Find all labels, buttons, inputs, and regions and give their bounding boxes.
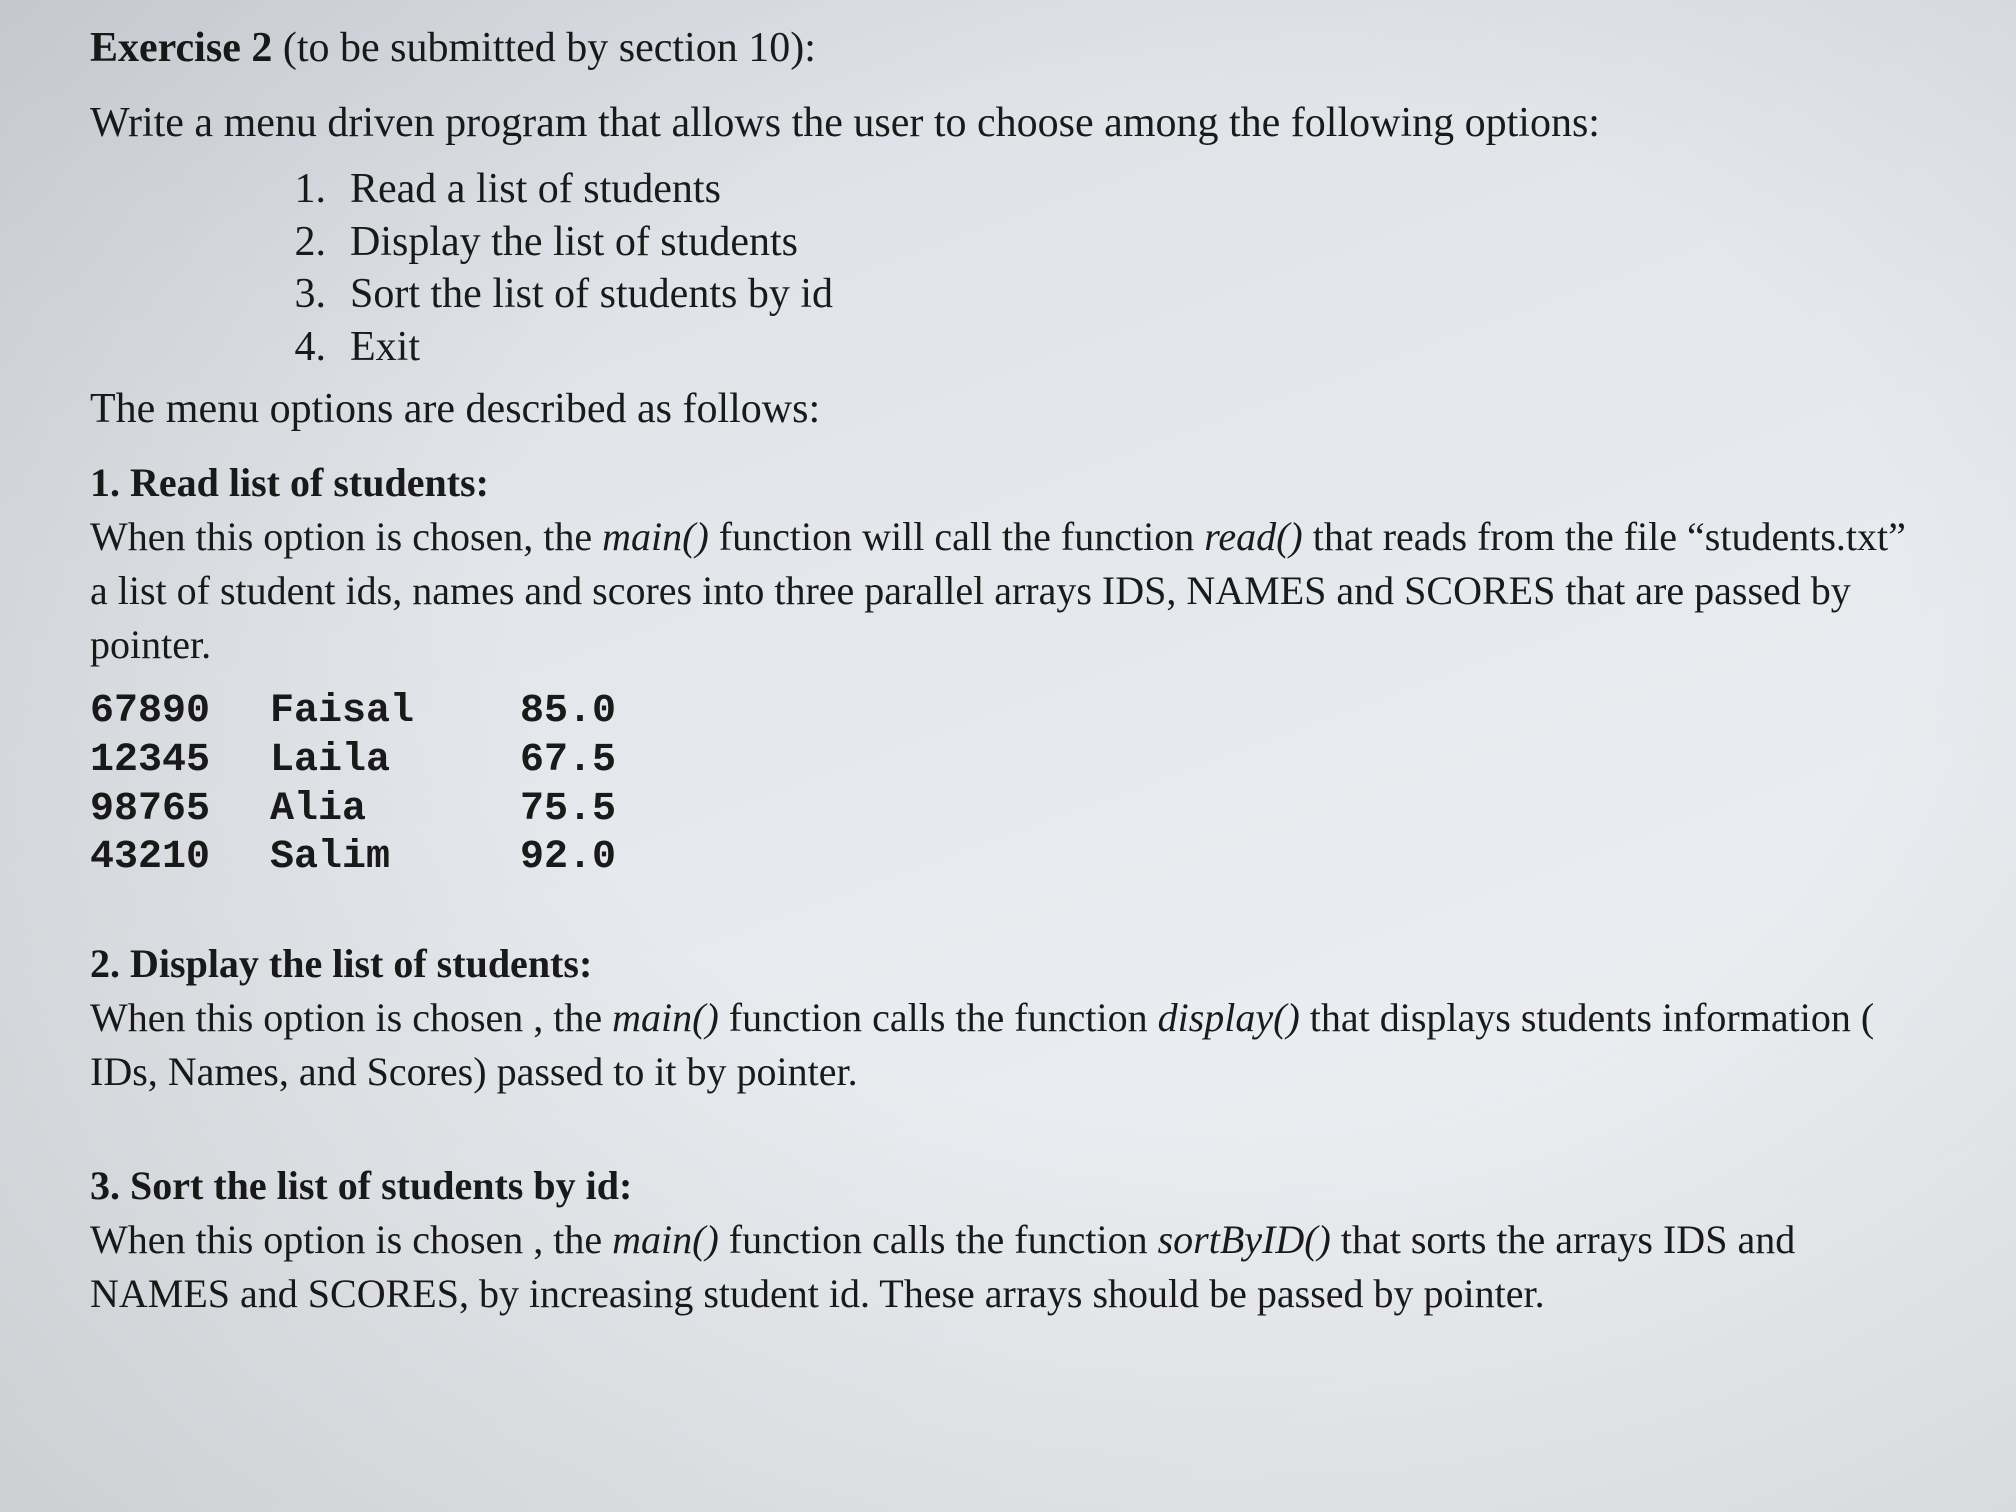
student-name: Laila (270, 737, 520, 786)
menu-option: 1. Read a list of students (280, 163, 1926, 216)
student-name: Salim (270, 834, 520, 883)
student-id: 98765 (90, 786, 270, 835)
section-2: 2. Display the list of students: When th… (90, 937, 1926, 1099)
student-id: 43210 (90, 834, 270, 883)
display-fn-ref: display() (1158, 995, 1300, 1040)
section-2-text-b: function calls the function (719, 995, 1158, 1040)
student-score: 92.0 (520, 834, 660, 883)
section-1-text-a: When this option is chosen, the (90, 514, 602, 559)
student-score: 85.0 (520, 688, 660, 737)
section-1-heading: 1. Read list of students: (90, 456, 1926, 510)
section-2-heading: 2. Display the list of students: (90, 937, 1926, 991)
menu-option-number: 1. (280, 163, 326, 216)
menu-option-number: 4. (280, 321, 326, 374)
section-3-body: When this option is chosen , the main() … (90, 1213, 1926, 1321)
menu-option-number: 3. (280, 268, 326, 321)
intro-text: Write a menu driven program that allows … (90, 95, 1926, 152)
student-row: 43210 Salim 92.0 (90, 834, 1926, 883)
main-fn-ref: main() (602, 514, 709, 559)
student-row: 12345 Laila 67.5 (90, 737, 1926, 786)
student-name: Alia (270, 786, 520, 835)
section-3-text-b: function calls the function (719, 1217, 1158, 1262)
section-3: 3. Sort the list of students by id: When… (90, 1159, 1926, 1321)
section-1-text-b: function will call the function (709, 514, 1204, 559)
options-described-line: The menu options are described as follow… (90, 381, 1926, 438)
menu-option-label: Sort the list of students by id (350, 268, 833, 321)
main-fn-ref: main() (612, 995, 719, 1040)
sortbyid-fn-ref: sortByID() (1158, 1217, 1331, 1262)
read-fn-ref: read() (1204, 514, 1302, 559)
section-3-text-a: When this option is chosen , the (90, 1217, 612, 1262)
section-1-body: When this option is chosen, the main() f… (90, 510, 1926, 672)
main-fn-ref: main() (612, 1217, 719, 1262)
section-3-heading: 3. Sort the list of students by id: (90, 1159, 1926, 1213)
exercise-title: Exercise 2 (to be submitted by section 1… (90, 20, 1926, 77)
menu-option: 3. Sort the list of students by id (280, 268, 1926, 321)
exercise-title-bold: Exercise 2 (90, 25, 272, 71)
student-score: 75.5 (520, 786, 660, 835)
student-id: 67890 (90, 688, 270, 737)
menu-option-label: Exit (350, 321, 420, 374)
menu-option-label: Display the list of students (350, 216, 798, 269)
section-2-body: When this option is chosen , the main() … (90, 991, 1926, 1099)
section-2-text-a: When this option is chosen , the (90, 995, 612, 1040)
menu-option-label: Read a list of students (350, 163, 721, 216)
student-row: 98765 Alia 75.5 (90, 786, 1926, 835)
student-score: 67.5 (520, 737, 660, 786)
menu-option-number: 2. (280, 216, 326, 269)
menu-option: 4. Exit (280, 321, 1926, 374)
student-row: 67890 Faisal 85.0 (90, 688, 1926, 737)
menu-options-list: 1. Read a list of students 2. Display th… (280, 163, 1926, 373)
students-sample-data: 67890 Faisal 85.0 12345 Laila 67.5 98765… (90, 688, 1926, 883)
student-name: Faisal (270, 688, 520, 737)
menu-option: 2. Display the list of students (280, 216, 1926, 269)
exercise-title-rest: (to be submitted by section 10): (272, 25, 816, 71)
student-id: 12345 (90, 737, 270, 786)
